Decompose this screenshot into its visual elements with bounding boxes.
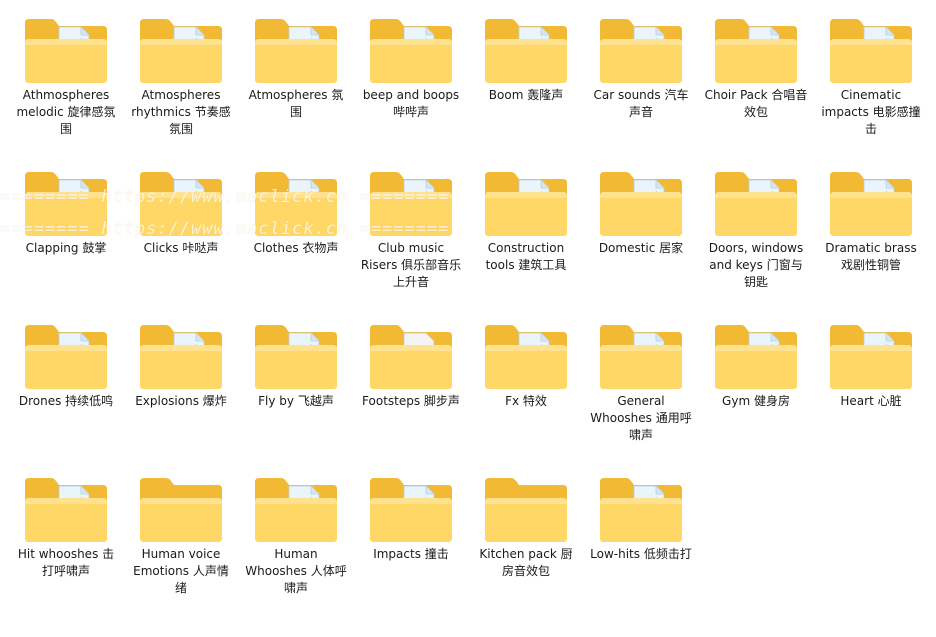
folder-icon — [370, 478, 452, 542]
folder-icon — [485, 19, 567, 83]
folder-icon — [25, 19, 107, 83]
folder-icon — [140, 325, 222, 389]
folder-icon — [600, 172, 682, 236]
folder-label: Cinematic impacts 电影感撞击 — [821, 88, 921, 136]
folder-label: Domestic 居家 — [598, 241, 684, 255]
folder-label: Doors, windows and keys 门窗与钥匙 — [708, 241, 804, 289]
folder-icon — [255, 325, 337, 389]
folder-label: Boom 轰隆声 — [488, 88, 564, 102]
folder-item[interactable]: General Whooshes 通用呼啸声 — [586, 321, 696, 471]
folder-item[interactable]: Impacts 撞击 — [356, 474, 466, 624]
folder-label: Fly by 飞越声 — [258, 394, 334, 408]
folder-icon — [830, 19, 912, 83]
folder-item[interactable]: Boom 轰隆声 — [471, 15, 581, 165]
folder-item[interactable]: Human Whooshes 人体呼啸声 — [241, 474, 351, 624]
folder-icon — [715, 19, 797, 83]
folder-icon — [485, 478, 567, 542]
folder-item[interactable]: Car sounds 汽车声音 — [586, 15, 696, 165]
folder-item[interactable]: Human voice Emotions 人声情绪 — [126, 474, 236, 624]
folder-item[interactable]: Club music Risers 俱乐部音乐上升音 — [356, 168, 466, 318]
folder-item[interactable]: Construction tools 建筑工具 — [471, 168, 581, 318]
folder-label: Clicks 咔哒声 — [143, 241, 219, 255]
folder-label: Choir Pack 合唱音效包 — [704, 88, 808, 119]
folder-item[interactable]: Athmospheres melodic 旋律感氛围 — [11, 15, 121, 165]
folder-label: Dramatic brass 戏剧性铜管 — [825, 241, 917, 272]
folder-item[interactable]: beep and boops 哔哔声 — [356, 15, 466, 165]
folder-item[interactable]: Doors, windows and keys 门窗与钥匙 — [701, 168, 811, 318]
folder-label: Human Whooshes 人体呼啸声 — [245, 547, 347, 595]
folder-icon — [25, 325, 107, 389]
folder-label: Construction tools 建筑工具 — [485, 241, 567, 272]
folder-icon — [255, 19, 337, 83]
folder-icon — [255, 172, 337, 236]
folder-label: Clapping 鼓掌 — [25, 241, 107, 255]
folder-item[interactable]: Gym 健身房 — [701, 321, 811, 471]
folder-label: Human voice Emotions 人声情绪 — [133, 547, 229, 595]
folder-label: Impacts 撞击 — [373, 547, 449, 561]
folder-item[interactable]: Atmospheres rhythmics 节奏感氛围 — [126, 15, 236, 165]
folder-label: Athmospheres melodic 旋律感氛围 — [16, 88, 116, 136]
folder-icon — [600, 325, 682, 389]
folder-icon — [830, 325, 912, 389]
folder-item[interactable]: Atmospheres 氛围 — [241, 15, 351, 165]
folder-icon — [140, 478, 222, 542]
folder-label: Kitchen pack 厨房音效包 — [479, 547, 573, 578]
folder-icon — [600, 19, 682, 83]
folder-item[interactable]: Kitchen pack 厨房音效包 — [471, 474, 581, 624]
folder-item[interactable]: Hit whooshes 击打呼啸声 — [11, 474, 121, 624]
folder-item[interactable]: Fly by 飞越声 — [241, 321, 351, 471]
folder-label: Low-hits 低频击打 — [590, 547, 692, 561]
folder-icon — [25, 478, 107, 542]
folder-icon — [370, 172, 452, 236]
folder-label: Explosions 爆炸 — [135, 394, 227, 408]
folder-label: Footsteps 脚步声 — [362, 394, 460, 408]
folder-icon — [830, 172, 912, 236]
folder-label: Car sounds 汽车声音 — [593, 88, 689, 119]
folder-label: General Whooshes 通用呼啸声 — [590, 394, 692, 442]
folder-item[interactable]: Clicks 咔哒声 — [126, 168, 236, 318]
folder-item[interactable]: Low-hits 低频击打 — [586, 474, 696, 624]
folder-item[interactable]: Footsteps 脚步声 — [356, 321, 466, 471]
folder-item[interactable]: Dramatic brass 戏剧性铜管 — [816, 168, 926, 318]
folder-label: Fx 特效 — [505, 394, 547, 408]
folder-item[interactable]: Fx 特效 — [471, 321, 581, 471]
folder-item[interactable]: Heart 心脏 — [816, 321, 926, 471]
folder-icon — [370, 19, 452, 83]
folder-item[interactable]: Drones 持续低鸣 — [11, 321, 121, 471]
folder-item[interactable]: Clapping 鼓掌 — [11, 168, 121, 318]
folder-label: Drones 持续低鸣 — [18, 394, 114, 408]
folder-icon — [715, 172, 797, 236]
folder-label: Club music Risers 俱乐部音乐上升音 — [360, 241, 462, 289]
folder-icon — [140, 172, 222, 236]
folder-icon — [370, 325, 452, 389]
folder-item[interactable]: Clothes 衣物声 — [241, 168, 351, 318]
folder-item[interactable]: Explosions 爆炸 — [126, 321, 236, 471]
file-explorer-large-icons-view: Athmospheres melodic 旋律感氛围 Atmospheres rh… — [0, 0, 936, 637]
folder-item[interactable]: Choir Pack 合唱音效包 — [701, 15, 811, 165]
folder-icon — [715, 325, 797, 389]
folder-label: Clothes 衣物声 — [253, 241, 339, 255]
folder-icon — [140, 19, 222, 83]
folder-label: Atmospheres rhythmics 节奏感氛围 — [131, 88, 231, 136]
folder-icon — [485, 325, 567, 389]
folder-label: Hit whooshes 击打呼啸声 — [17, 547, 115, 578]
folder-item[interactable]: Domestic 居家 — [586, 168, 696, 318]
folder-icon — [25, 172, 107, 236]
folder-label: Atmospheres 氛围 — [248, 88, 344, 119]
folder-icon — [255, 478, 337, 542]
folder-icon — [485, 172, 567, 236]
folder-label: beep and boops 哔哔声 — [362, 88, 460, 119]
folder-item[interactable]: Cinematic impacts 电影感撞击 — [816, 15, 926, 165]
folder-label: Heart 心脏 — [840, 394, 902, 408]
folder-icon — [600, 478, 682, 542]
folder-label: Gym 健身房 — [722, 394, 790, 408]
